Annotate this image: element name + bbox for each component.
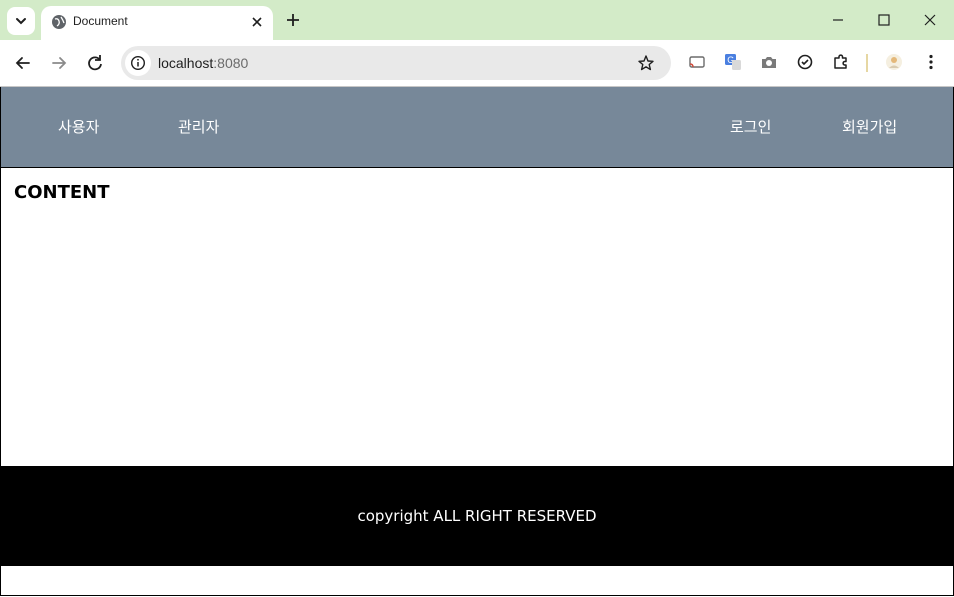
sync-icon[interactable] xyxy=(795,52,815,72)
close-icon[interactable] xyxy=(250,15,264,29)
cast-icon[interactable] xyxy=(687,52,707,72)
back-icon[interactable] xyxy=(12,52,34,74)
star-icon[interactable] xyxy=(637,54,655,72)
minimize-icon[interactable] xyxy=(828,10,848,30)
more-icon[interactable] xyxy=(921,52,941,72)
chevron-down-icon xyxy=(16,18,26,25)
maximize-icon[interactable] xyxy=(874,10,894,30)
browser-tab[interactable]: Document xyxy=(41,6,273,40)
site-navbar: 사용자 관리자 로그인 회원가입 xyxy=(1,87,953,168)
content-heading: CONTENT xyxy=(14,182,110,203)
url-port: :8080 xyxy=(213,55,249,71)
info-icon xyxy=(130,55,146,71)
tab-search-button[interactable] xyxy=(7,7,35,35)
page-viewport: 사용자 관리자 로그인 회원가입 CONTENT copyright ALL R… xyxy=(0,87,954,596)
footer-copyright: copyright ALL RIGHT RESERVED xyxy=(357,507,597,525)
browser-titlebar: Document xyxy=(0,0,954,40)
puzzle-icon[interactable] xyxy=(831,52,851,72)
globe-icon xyxy=(52,15,66,29)
translate-icon[interactable]: G xyxy=(723,52,743,72)
site-footer: copyright ALL RIGHT RESERVED xyxy=(1,466,953,566)
toolbar-divider xyxy=(866,54,868,72)
nav-link-user[interactable]: 사용자 xyxy=(58,116,99,137)
site-info-button[interactable] xyxy=(125,50,151,76)
url-host: localhost xyxy=(158,55,214,71)
plus-icon[interactable] xyxy=(284,11,302,29)
reload-icon[interactable] xyxy=(84,52,106,74)
nav-link-admin[interactable]: 관리자 xyxy=(178,116,219,137)
nav-link-signup[interactable]: 회원가입 xyxy=(842,116,897,137)
address-bar[interactable]: localhost:8080 xyxy=(121,46,671,80)
nav-link-login[interactable]: 로그인 xyxy=(730,116,771,137)
tab-title: Document xyxy=(73,14,128,28)
profile-icon[interactable] xyxy=(884,52,904,72)
close-window-icon[interactable] xyxy=(920,10,940,30)
url-text: localhost:8080 xyxy=(158,55,248,71)
camera-icon[interactable] xyxy=(759,52,779,72)
browser-toolbar: localhost:8080 G xyxy=(0,40,954,87)
forward-icon[interactable] xyxy=(48,52,70,74)
